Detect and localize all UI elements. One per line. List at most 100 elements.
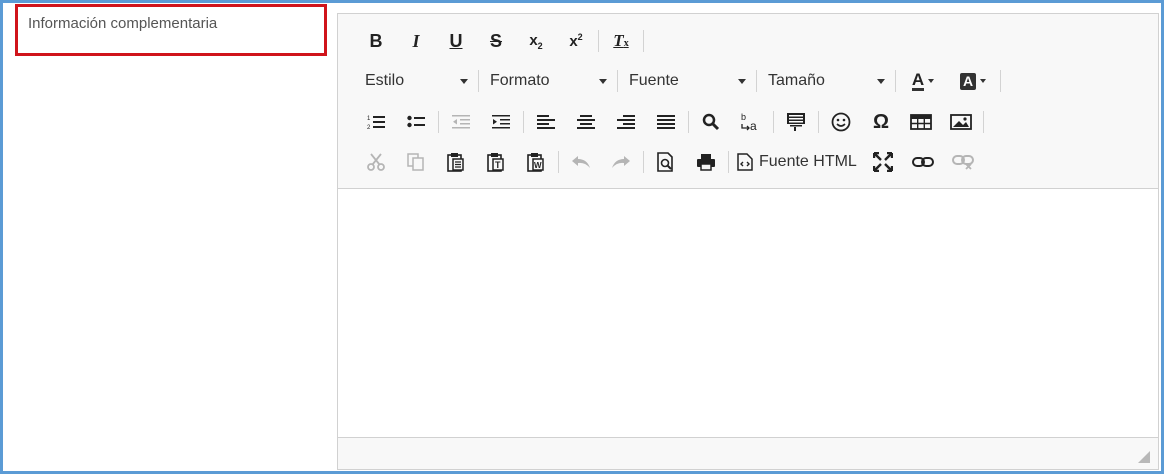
omega-icon: Ω bbox=[872, 110, 890, 133]
toolbar-separator bbox=[643, 30, 644, 52]
toolbar-separator bbox=[818, 111, 819, 133]
bulleted-list-button[interactable] bbox=[396, 107, 436, 137]
source-html-button[interactable]: Fuente HTML bbox=[731, 147, 863, 177]
toolbar-separator bbox=[728, 151, 729, 173]
align-center-icon bbox=[577, 115, 595, 129]
indent-icon bbox=[492, 115, 510, 129]
maximize-icon bbox=[872, 152, 893, 172]
remove-format-button[interactable]: Tx bbox=[601, 26, 641, 56]
preview-icon bbox=[657, 152, 673, 172]
source-code-icon bbox=[737, 153, 753, 171]
image-button[interactable] bbox=[941, 107, 981, 137]
field-label: Información complementaria bbox=[15, 4, 327, 56]
select-all-icon bbox=[787, 113, 805, 131]
size-dropdown-label: Tamaño bbox=[768, 72, 825, 89]
search-icon bbox=[702, 113, 720, 131]
subscript-button[interactable]: x2 bbox=[516, 26, 556, 56]
redo-button[interactable] bbox=[601, 147, 641, 177]
numbered-list-button[interactable]: 12 bbox=[356, 107, 396, 137]
find-button[interactable] bbox=[691, 107, 731, 137]
maximize-button[interactable] bbox=[863, 147, 903, 177]
justify-button[interactable] bbox=[646, 107, 686, 137]
toolbar-separator bbox=[617, 70, 618, 92]
cut-button[interactable] bbox=[356, 147, 396, 177]
subscript-icon: x2 bbox=[529, 31, 543, 51]
smiley-icon bbox=[831, 112, 851, 132]
background-color-button[interactable]: A bbox=[948, 66, 998, 96]
paste-text-icon: T bbox=[487, 153, 504, 172]
svg-text:2: 2 bbox=[367, 125, 371, 130]
increase-indent-button[interactable] bbox=[481, 107, 521, 137]
editor-toolbar: B I U S x2 x2 Tx Estilo Formato Fuente T… bbox=[338, 14, 1158, 189]
editor-content-area[interactable] bbox=[338, 189, 1158, 437]
paste-word-button[interactable]: W bbox=[516, 147, 556, 177]
toolbar-separator bbox=[598, 30, 599, 52]
undo-icon bbox=[572, 156, 590, 168]
toolbar-row-paragraph: 12 b a Ω bbox=[356, 106, 986, 138]
superscript-button[interactable]: x2 bbox=[556, 26, 596, 56]
link-button[interactable] bbox=[903, 147, 943, 177]
bold-button[interactable]: B bbox=[356, 26, 396, 56]
paste-button[interactable] bbox=[436, 147, 476, 177]
font-dropdown[interactable]: Fuente bbox=[620, 67, 754, 95]
svg-text:1: 1 bbox=[367, 116, 371, 122]
paste-icon bbox=[447, 153, 464, 172]
toolbar-separator bbox=[478, 70, 479, 92]
toolbar-separator bbox=[688, 111, 689, 133]
preview-button[interactable] bbox=[646, 147, 686, 177]
smiley-button[interactable] bbox=[821, 107, 861, 137]
format-dropdown[interactable]: Formato bbox=[481, 67, 615, 95]
paste-text-button[interactable]: T bbox=[476, 147, 516, 177]
decrease-indent-button[interactable] bbox=[441, 107, 481, 137]
align-center-button[interactable] bbox=[566, 107, 606, 137]
print-button[interactable] bbox=[686, 147, 726, 177]
toolbar-separator bbox=[773, 111, 774, 133]
special-char-button[interactable]: Ω bbox=[861, 107, 901, 137]
toolbar-row-clipboard: T W Fuente HTML bbox=[356, 146, 983, 178]
underline-button[interactable]: U bbox=[436, 26, 476, 56]
strikethrough-button[interactable]: S bbox=[476, 26, 516, 56]
bulleted-list-icon bbox=[407, 115, 425, 128]
toolbar-separator bbox=[438, 111, 439, 133]
font-dropdown-label: Fuente bbox=[629, 72, 679, 89]
chevron-down-icon bbox=[460, 78, 468, 84]
remove-format-icon: Tx bbox=[613, 31, 629, 50]
toolbar-separator bbox=[895, 70, 896, 92]
copy-button[interactable] bbox=[396, 147, 436, 177]
resize-handle-icon[interactable] bbox=[1138, 451, 1150, 463]
format-dropdown-label: Formato bbox=[490, 72, 550, 89]
strikethrough-icon: S bbox=[489, 30, 502, 51]
rich-text-editor: B I U S x2 x2 Tx Estilo Formato Fuente T… bbox=[337, 13, 1159, 470]
outdent-icon bbox=[452, 115, 470, 129]
replace-button[interactable]: ba bbox=[731, 107, 771, 137]
toolbar-separator bbox=[558, 151, 559, 173]
toolbar-separator bbox=[983, 111, 984, 133]
unlink-button[interactable] bbox=[943, 147, 983, 177]
italic-icon: I bbox=[412, 30, 420, 51]
align-right-button[interactable] bbox=[606, 107, 646, 137]
style-dropdown[interactable]: Estilo bbox=[356, 67, 476, 95]
toolbar-row-basic-styles: B I U S x2 x2 Tx bbox=[356, 25, 646, 57]
underline-icon: U bbox=[449, 30, 463, 51]
table-button[interactable] bbox=[901, 107, 941, 137]
svg-text:a: a bbox=[750, 119, 757, 132]
justify-icon bbox=[657, 115, 675, 129]
toolbar-separator bbox=[756, 70, 757, 92]
align-left-button[interactable] bbox=[526, 107, 566, 137]
italic-button[interactable]: I bbox=[396, 26, 436, 56]
image-icon bbox=[950, 114, 972, 130]
toolbar-separator bbox=[523, 111, 524, 133]
select-all-button[interactable] bbox=[776, 107, 816, 137]
field-label-text: Información complementaria bbox=[28, 15, 218, 32]
editor-status-bar bbox=[338, 437, 1158, 469]
style-dropdown-label: Estilo bbox=[365, 72, 405, 89]
cut-icon bbox=[367, 153, 385, 171]
size-dropdown[interactable]: Tamaño bbox=[759, 67, 893, 95]
link-icon bbox=[911, 157, 934, 167]
svg-text:T: T bbox=[495, 160, 501, 170]
text-color-button[interactable]: A bbox=[898, 66, 948, 96]
chevron-down-icon bbox=[599, 78, 607, 84]
chevron-down-icon bbox=[877, 78, 885, 84]
undo-button[interactable] bbox=[561, 147, 601, 177]
toolbar-row-styles: Estilo Formato Fuente Tamaño A A bbox=[356, 65, 1003, 97]
